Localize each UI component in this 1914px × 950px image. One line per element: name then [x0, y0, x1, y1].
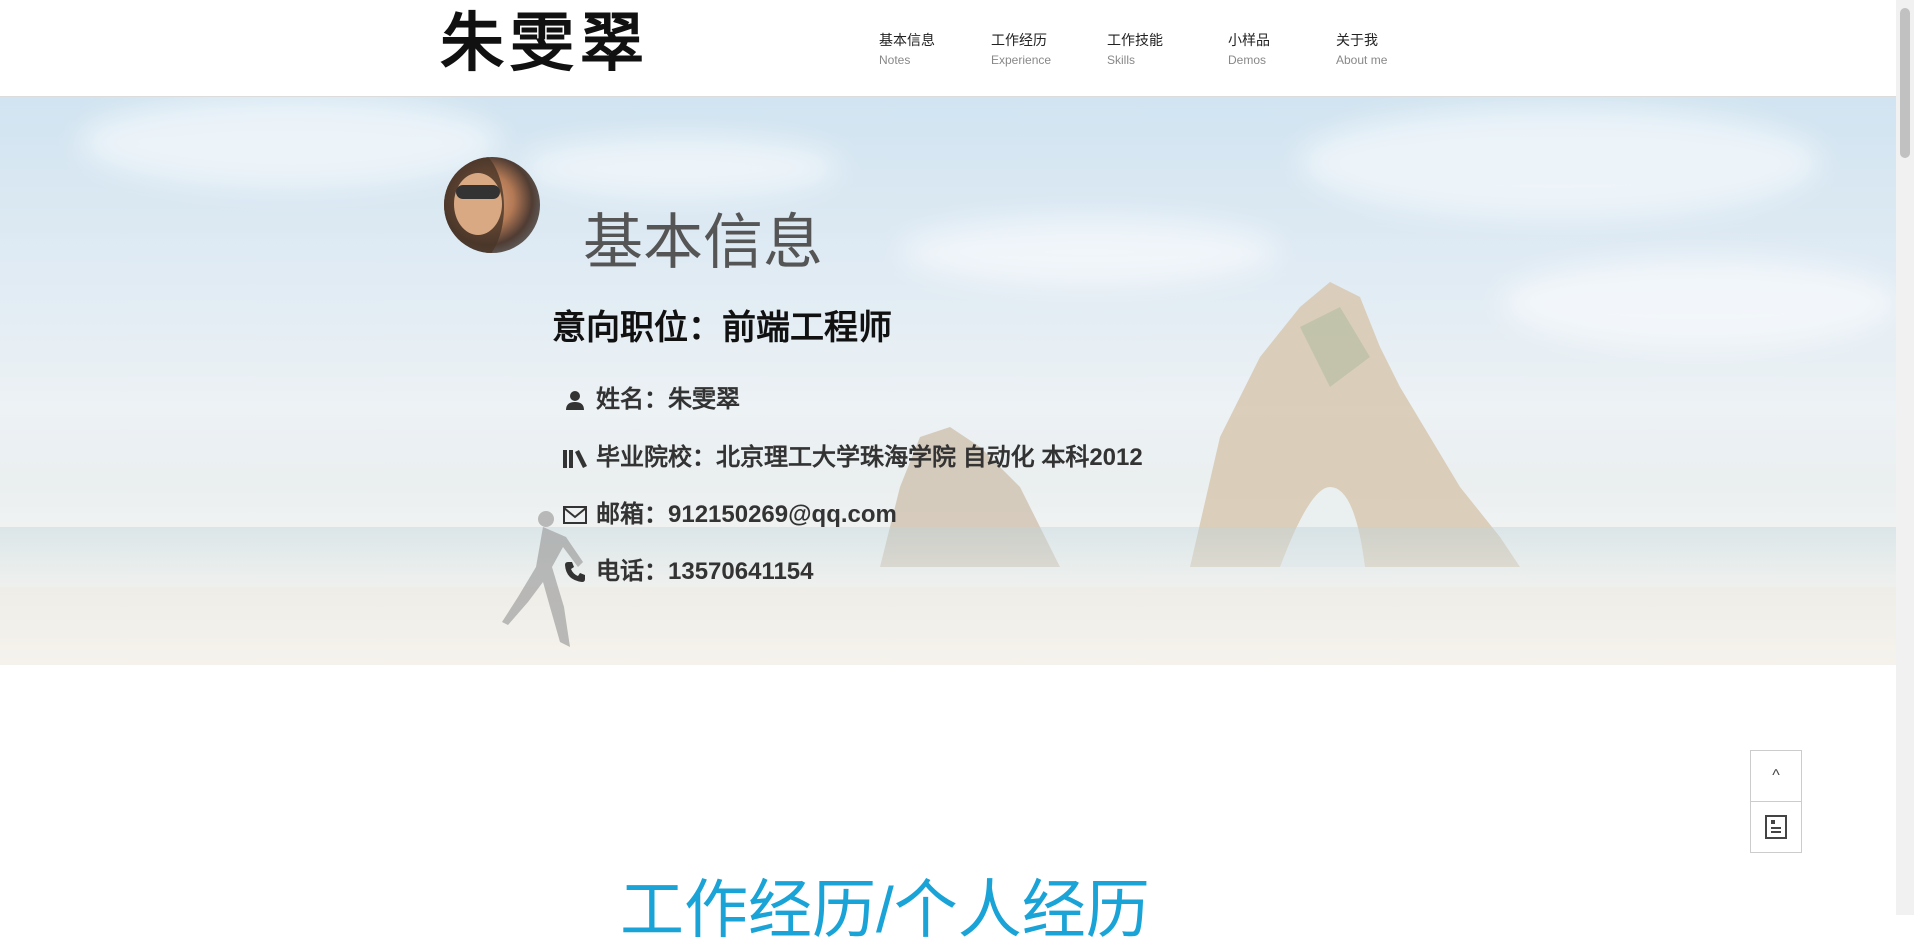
user-icon [562, 387, 588, 413]
nav-label-zh: 工作经历 [991, 32, 1047, 48]
nav-label-en: About me [1336, 53, 1388, 67]
floating-toolbar: ^ [1750, 750, 1802, 853]
avatar-glasses [456, 185, 500, 199]
nav-item-about[interactable]: 关于我 About me [1336, 30, 1387, 74]
nav-label-en: Demos [1228, 53, 1267, 67]
back-to-top-button[interactable]: ^ [1751, 751, 1801, 801]
nav-item-notes[interactable]: 基本信息 Notes [879, 30, 935, 74]
nav-label-en: Notes [879, 53, 911, 67]
page-scrollbar[interactable] [1896, 0, 1914, 915]
resume-button[interactable] [1751, 801, 1801, 852]
nav-item-demos[interactable]: 小样品 Demos [1228, 30, 1270, 74]
site-logo[interactable]: 朱雯翠 [440, 4, 650, 84]
books-icon [562, 445, 588, 471]
experience-section-title: 工作经历/个人经历 [620, 874, 1150, 946]
document-icon [1765, 815, 1787, 839]
avatar-face [454, 173, 502, 235]
mail-icon [562, 502, 588, 528]
info-text: 姓名：朱雯翠 [596, 386, 740, 413]
info-text: 毕业院校：北京理工大学珠海学院 自动化 本科2012 [596, 444, 1143, 471]
info-school: 毕业院校：北京理工大学珠海学院 自动化 本科2012 [562, 443, 1143, 473]
avatar [444, 157, 540, 253]
info-text: 邮箱：912150269@qq.com [596, 501, 897, 528]
info-text: 电话：13570641154 [596, 558, 814, 585]
site-header: 朱雯翠 基本信息 Notes 工作经历 Experience 工作技能 Skil… [0, 0, 1896, 97]
info-name: 姓名：朱雯翠 [562, 385, 740, 415]
info-email: 邮箱：912150269@qq.com [562, 500, 897, 530]
nav-label-zh: 小样品 [1228, 32, 1270, 48]
nav-item-experience[interactable]: 工作经历 Experience [991, 30, 1051, 74]
nav-label-zh: 工作技能 [1107, 32, 1163, 48]
nav-label-en: Experience [991, 53, 1052, 67]
hero-banner: 基本信息 意向职位：前端工程师 姓名：朱雯翠 毕业院校：北京理工大学珠海学院 自… [0, 97, 1896, 665]
nav-label-zh: 关于我 [1336, 32, 1378, 48]
nav-item-skills[interactable]: 工作技能 Skills [1107, 30, 1163, 74]
nav-label-zh: 基本信息 [879, 32, 935, 48]
job-intention: 意向职位：前端工程师 [552, 309, 892, 347]
info-phone: 电话：13570641154 [562, 557, 814, 587]
hero-overlay [0, 97, 1896, 665]
phone-icon [562, 559, 588, 585]
section-title: 基本信息 [583, 209, 823, 276]
scrollbar-thumb[interactable] [1900, 8, 1910, 158]
nav-label-en: Skills [1107, 53, 1136, 67]
